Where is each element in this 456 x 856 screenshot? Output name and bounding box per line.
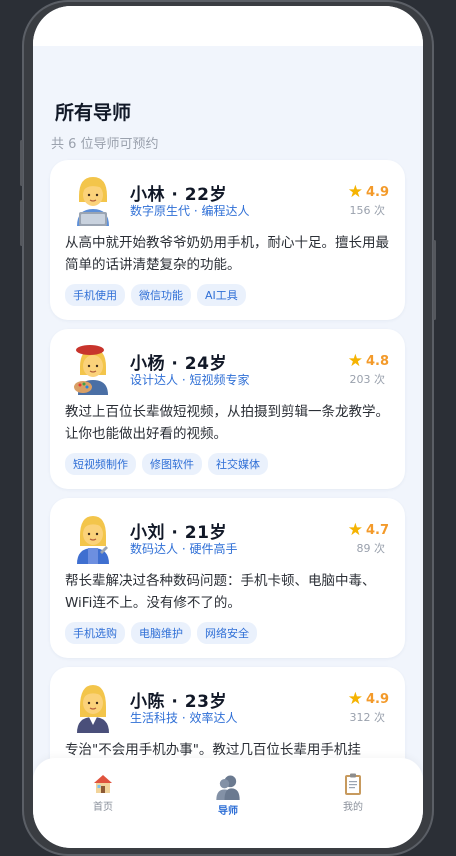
session-count: 312 次	[349, 711, 386, 724]
page-title: 所有导师	[55, 102, 132, 124]
rating: ★ 4.7	[348, 522, 389, 539]
tag-list: 手机使用 微信功能 AI工具	[65, 284, 246, 306]
mentor-roles: 设计达人 · 短视频专家	[130, 373, 250, 387]
mentor-card[interactable]: 小杨 · 24岁 设计达人 · 短视频专家 ★ 4.8 203 次 教过上百位长…	[50, 329, 405, 489]
mentor-description: 教过上百位长辈做短视频，从拍摄到剪辑一条龙教学。让你也能做出好看的视频。	[65, 404, 389, 442]
session-count: 203 次	[349, 373, 386, 386]
tab-mentors[interactable]: 导师	[188, 772, 268, 817]
tag: 手机使用	[65, 284, 125, 306]
rating-score: 4.9	[365, 692, 389, 707]
rating-score: 4.9	[365, 185, 389, 200]
house-icon	[94, 775, 112, 793]
avatar-office-worker-icon	[77, 685, 109, 733]
rating: ★ 4.9	[348, 691, 389, 708]
session-count: 156 次	[349, 204, 386, 217]
star-icon: ★	[347, 689, 363, 709]
rating: ★ 4.9	[348, 184, 389, 201]
mentor-roles: 数字原生代 · 编程达人	[130, 204, 250, 218]
mentor-roles: 生活科技 · 效率达人	[130, 711, 238, 725]
app-screen: 所有导师 共 6 位导师可预约 小林 · 22岁 数字原生代 · 编程达人 ★ …	[33, 6, 423, 848]
star-icon: ★	[347, 351, 363, 371]
tag: 网络安全	[197, 622, 257, 644]
mentor-card[interactable]: 小刘 · 21岁 数码达人 · 硬件高手 ★ 4.7 89 次 帮长辈解决过各种…	[50, 498, 405, 658]
volume-up-button	[20, 140, 23, 186]
mentor-list: 小林 · 22岁 数字原生代 · 编程达人 ★ 4.9 156 次 从高中就开始…	[50, 160, 405, 836]
volume-down-button	[20, 200, 23, 246]
rating: ★ 4.8	[348, 353, 389, 370]
tab-label: 导师	[218, 806, 238, 817]
tab-home[interactable]: 首页	[63, 772, 143, 813]
clipboard-icon	[345, 773, 361, 795]
avatar-mechanic-icon	[77, 516, 109, 564]
status-bar	[33, 6, 423, 46]
mentor-count-text: 共 6 位导师可预约	[51, 137, 159, 152]
rating-score: 4.8	[365, 354, 389, 369]
mentor-card[interactable]: 小林 · 22岁 数字原生代 · 编程达人 ★ 4.9 156 次 从高中就开始…	[50, 160, 405, 320]
avatar-artist-icon	[74, 345, 108, 395]
tag: 微信功能	[131, 284, 191, 306]
tab-profile[interactable]: 我的	[313, 772, 393, 813]
star-icon: ★	[347, 520, 363, 540]
tag: AI工具	[197, 284, 246, 306]
tag-list: 手机选购 电脑维护 网络安全	[65, 622, 257, 644]
tag: 短视频制作	[65, 453, 136, 475]
rating-score: 4.7	[365, 523, 389, 538]
avatar-technologist-icon	[77, 177, 109, 226]
mentor-description: 从高中就开始教爷爷奶奶用手机，耐心十足。擅长用最简单的话讲清楚复杂的功能。	[65, 235, 389, 273]
tab-label: 我的	[343, 802, 363, 813]
session-count: 89 次	[356, 542, 386, 555]
mentor-description: 帮长辈解决过各种数码问题：手机卡顿、电脑中毒、WiFi连不上。没有修不了的。	[65, 573, 376, 611]
tab-label: 首页	[93, 802, 113, 813]
bottom-tab-bar: 首页 导师 我的	[33, 758, 423, 848]
tag-list: 短视频制作 修图软件 社交媒体	[65, 453, 268, 475]
mentor-roles: 数码达人 · 硬件高手	[130, 542, 238, 556]
tag: 电脑维护	[131, 622, 191, 644]
tag: 社交媒体	[208, 453, 268, 475]
star-icon: ★	[347, 182, 363, 202]
power-button	[433, 240, 436, 320]
tag: 修图软件	[142, 453, 202, 475]
tag: 手机选购	[65, 622, 125, 644]
mentor-icon	[216, 775, 240, 800]
